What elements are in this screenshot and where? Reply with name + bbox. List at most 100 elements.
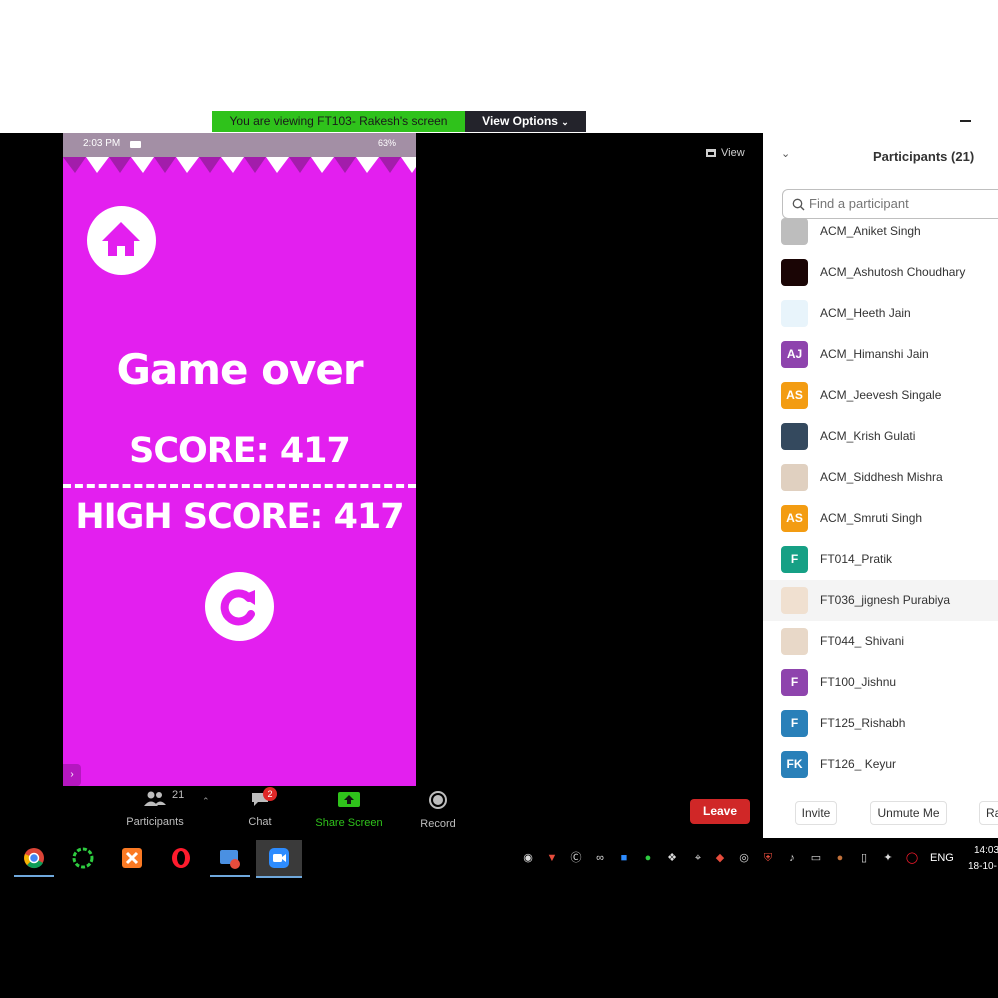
participant-row[interactable]: ACM_Heeth Jain xyxy=(763,293,998,334)
participant-row[interactable]: FT044_ Shivani xyxy=(763,621,998,662)
participant-row[interactable]: F FT100_Jishnu xyxy=(763,662,998,703)
participant-name: ACM_Aniket Singh xyxy=(820,224,921,238)
discord-tray-icon[interactable]: ◉ xyxy=(521,851,535,865)
phone-battery-text: 63% xyxy=(378,138,397,148)
torrent-tray-icon[interactable]: ● xyxy=(641,851,655,865)
link-tray-icon[interactable]: ∞ xyxy=(593,851,607,865)
clock-time: 14:03 xyxy=(974,845,998,856)
record-icon xyxy=(429,791,447,809)
expand-tab[interactable]: › xyxy=(63,764,81,786)
participant-name: ACM_Smruti Singh xyxy=(820,511,923,525)
participant-row[interactable]: AJ ACM_Himanshi Jain xyxy=(763,334,998,375)
microphone-tray-icon[interactable]: ◎ xyxy=(737,851,751,865)
share-screen-button[interactable]: Share Screen xyxy=(312,791,386,829)
phone-screen: 2:03 PM 63% 2:03 PM 63% xyxy=(63,133,416,786)
participant-name: FT036_jignesh Purabiya xyxy=(820,593,951,607)
chevron-down-icon: ⌄ xyxy=(561,117,569,127)
screen-recorder-icon[interactable] xyxy=(219,847,241,869)
battery-tray-icon[interactable]: ▭ xyxy=(809,851,823,865)
viewing-notice: You are viewing FT103- Rakesh's screen xyxy=(212,111,465,132)
avatar: AS xyxy=(781,505,808,532)
record-label: Record xyxy=(420,818,456,830)
participants-button[interactable]: 21 Participants xyxy=(122,789,188,828)
participant-row[interactable]: ACM_Ashutosh Choudhary xyxy=(763,252,998,293)
opera-icon[interactable] xyxy=(170,847,192,869)
share-screen-icon xyxy=(338,792,360,807)
network-tray-icon[interactable]: ⌖ xyxy=(691,851,705,865)
share-screen-label: Share Screen xyxy=(315,817,383,829)
search-input[interactable] xyxy=(809,196,998,211)
participant-row[interactable]: F FT014_Pratik xyxy=(763,539,998,580)
vlc-tray-icon[interactable]: ▼ xyxy=(545,851,559,865)
avatar xyxy=(781,423,808,450)
shield-tray-icon[interactable]: ⛨ xyxy=(761,851,775,865)
participant-name: ACM_Jeevesh Singale xyxy=(820,388,942,402)
windows-taskbar: ◉ ▼ Ⓒ ∞ ■ ● ❖ ⌖ ◆ ◎ ⛨ ♪ ▭ ● ▯ ✦ ◯ ENG 14… xyxy=(0,838,998,998)
view-button[interactable]: View xyxy=(706,147,745,159)
video-icon xyxy=(130,141,141,148)
share-banner: You are viewing FT103- Rakesh's screen V… xyxy=(212,111,586,132)
skype-tray-icon[interactable]: Ⓒ xyxy=(569,851,583,865)
participants-list: ACM_Aniket Singh ACM_Ashutosh Choudhary AC… xyxy=(763,211,998,785)
view-label: View xyxy=(721,147,745,159)
avatar: AJ xyxy=(781,341,808,368)
participant-row[interactable]: AS ACM_Jeevesh Singale xyxy=(763,375,998,416)
xampp-icon[interactable] xyxy=(121,847,143,869)
participant-name: FT044_ Shivani xyxy=(820,634,905,648)
participant-name: ACM_Siddhesh Mishra xyxy=(820,470,943,484)
tools-tray-icon[interactable]: ✦ xyxy=(881,851,895,865)
avatar xyxy=(781,464,808,491)
chrome-icon[interactable] xyxy=(23,847,45,869)
shared-screen-area: View 2:03 PM 63% 2:03 xyxy=(0,133,763,838)
phone-status-bar-text: 2:03 PM 63% xyxy=(63,133,416,157)
participants-panel: ⌄ Participants (21) ACM_Aniket SinghACM_… xyxy=(763,133,998,838)
avatar: AS xyxy=(781,382,808,409)
participant-row[interactable]: FK FT126_ Keyur xyxy=(763,744,998,785)
clipboard-tray-icon[interactable]: ▯ xyxy=(857,851,871,865)
volume-tray-icon[interactable]: ♪ xyxy=(785,851,799,865)
participant-row[interactable]: ACM_Aniket Singh xyxy=(763,211,998,252)
unmute-me-button[interactable]: Unmute Me xyxy=(870,801,947,825)
system-clock[interactable]: 14:03 18-10- xyxy=(968,843,998,875)
participant-row[interactable]: ACM_Krish Gulati xyxy=(763,416,998,457)
spinner-app-icon[interactable] xyxy=(72,847,94,869)
leave-button[interactable]: Leave xyxy=(690,799,750,824)
avatar: FK xyxy=(781,751,808,778)
participant-row[interactable]: F FT125_Rishabh xyxy=(763,703,998,744)
zoom-tray-icon[interactable]: ■ xyxy=(617,851,631,865)
avatar: F xyxy=(781,669,808,696)
avatar: F xyxy=(781,546,808,573)
invite-button[interactable]: Invite xyxy=(795,801,837,825)
avatar xyxy=(781,300,808,327)
chat-button[interactable]: 2 Chat xyxy=(242,787,278,828)
participant-row[interactable]: FT036_jignesh Purabiya xyxy=(763,580,998,621)
participants-icon xyxy=(144,791,166,806)
record-button[interactable]: Record xyxy=(416,791,460,830)
home-button[interactable] xyxy=(87,206,156,275)
chat-badge: 2 xyxy=(263,787,277,801)
participant-name: ACM_Himanshi Jain xyxy=(820,347,929,361)
minimize-icon[interactable] xyxy=(960,120,971,122)
participant-row[interactable]: ACM_Siddhesh Mishra xyxy=(763,457,998,498)
zoom-icon[interactable] xyxy=(268,847,290,869)
cookie-tray-icon[interactable]: ● xyxy=(833,851,847,865)
avatar: F xyxy=(781,710,808,737)
replay-button[interactable] xyxy=(205,572,274,641)
language-indicator[interactable]: ENG xyxy=(930,852,954,864)
participant-name: FT125_Rishabh xyxy=(820,716,906,730)
avatar xyxy=(781,259,808,286)
opera-tray-icon[interactable]: ◯ xyxy=(905,851,919,865)
chevron-up-icon[interactable]: ⌃ xyxy=(202,796,210,807)
gallery-icon xyxy=(706,149,716,157)
zoom-meeting-screen: You are viewing FT103- Rakesh's screen V… xyxy=(0,0,998,998)
anydesk-tray-icon[interactable]: ◆ xyxy=(713,851,727,865)
raise-hand-button[interactable]: Ra xyxy=(979,801,998,825)
view-options-button[interactable]: View Options ⌄ xyxy=(465,111,586,132)
participant-name: ACM_Ashutosh Choudhary xyxy=(820,265,966,279)
participant-name: FT126_ Keyur xyxy=(820,757,897,771)
collapse-chevron-icon[interactable]: ⌄ xyxy=(781,147,790,160)
security-tray-icon[interactable]: ❖ xyxy=(665,851,679,865)
game-over-title: Game over xyxy=(116,345,363,394)
participant-row[interactable]: AS ACM_Smruti Singh xyxy=(763,498,998,539)
score-text: SCORE: 417 xyxy=(129,431,351,471)
